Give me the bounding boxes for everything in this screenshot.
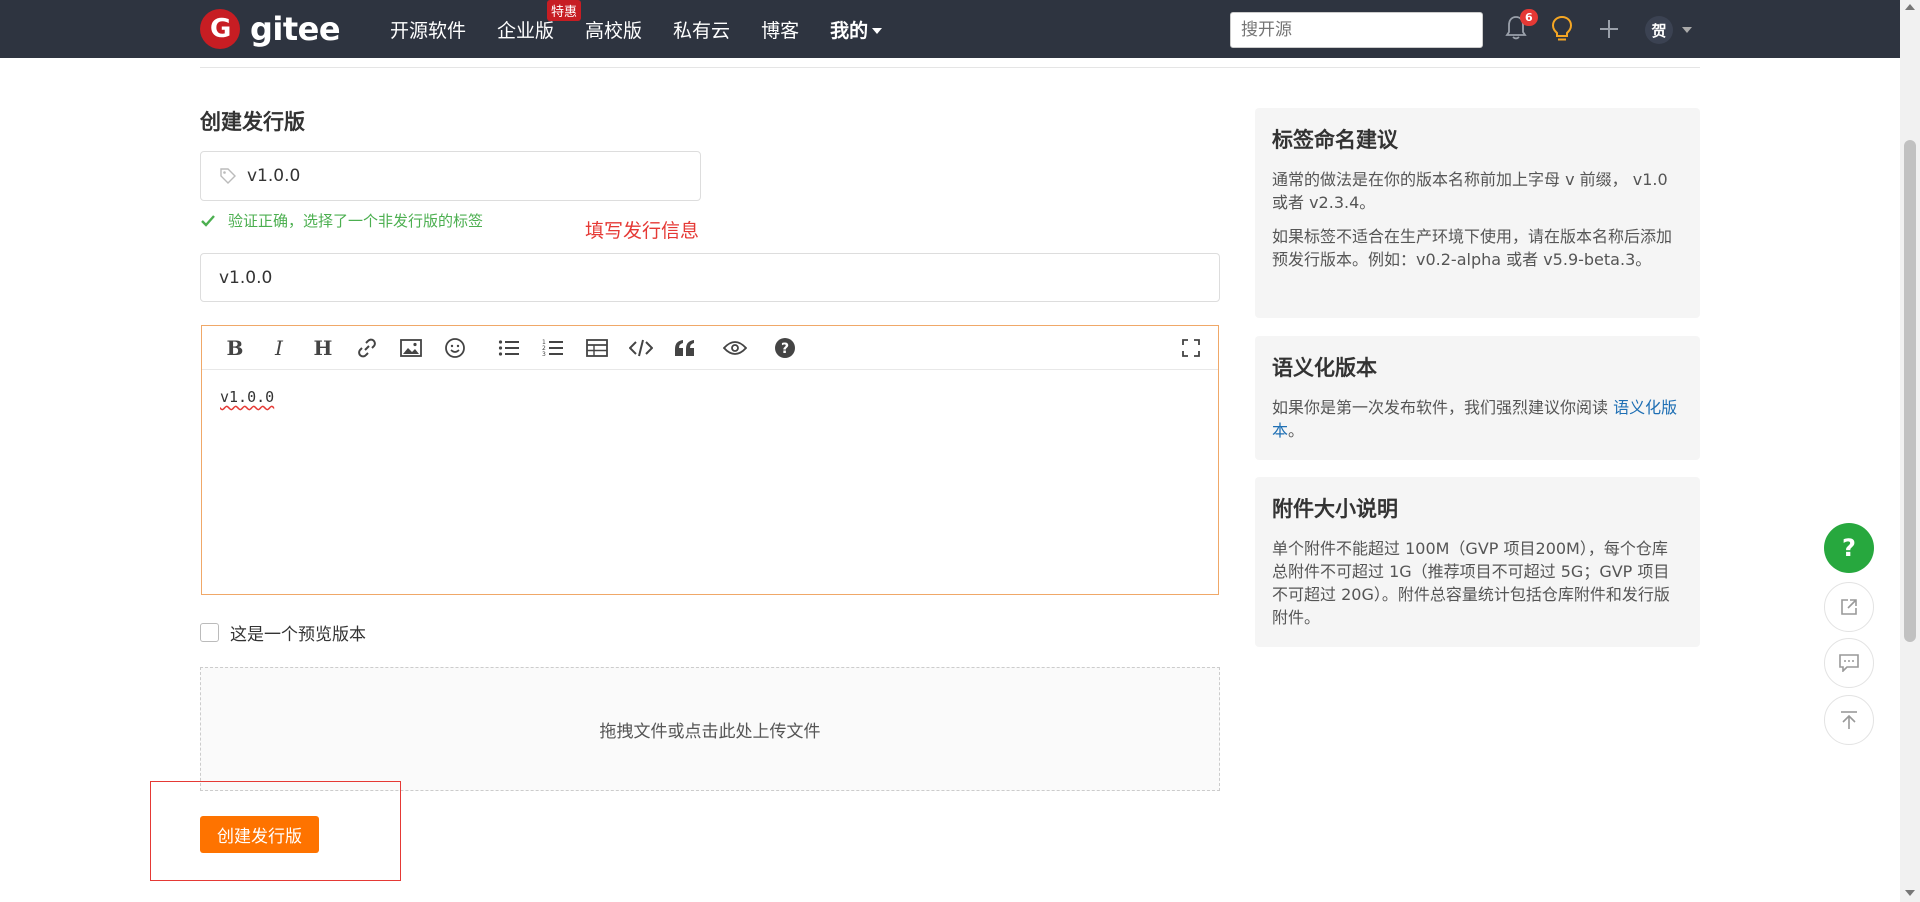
nav-item-open-source[interactable]: 开源软件 bbox=[390, 16, 466, 43]
share-icon bbox=[1841, 599, 1857, 615]
nav-item-enterprise-label: 企业版 bbox=[497, 19, 555, 42]
verify-text: 验证正确，选择了一个非发行版的标签 bbox=[228, 212, 484, 230]
floating-back-to-top-button[interactable] bbox=[1824, 695, 1874, 745]
tag-icon bbox=[220, 168, 236, 184]
main-nav: 开源软件 企业版 特惠 高校版 私有云 博客 我的 bbox=[390, 0, 913, 58]
nav-item-enterprise[interactable]: 企业版 特惠 bbox=[497, 0, 582, 43]
tag-naming-title: 标签命名建议 bbox=[1272, 128, 1398, 152]
special-offer-badge: 特惠 bbox=[547, 0, 582, 21]
tag-naming-text-2: 如果标签不适合在生产环境下使用，请在版本名称后添加预发行版本。例如：v0.2-a… bbox=[1272, 227, 1673, 269]
semver-title: 语义化版本 bbox=[1272, 356, 1377, 380]
semver-panel: 语义化版本 如果你是第一次发布软件，我们强烈建议你阅读 语义化版本。 bbox=[1255, 336, 1700, 460]
plus-icon[interactable] bbox=[1598, 18, 1620, 40]
nav-item-private-cloud[interactable]: 私有云 bbox=[673, 16, 730, 43]
markdown-editor: B I H 123 ? v1.0.0 bbox=[201, 325, 1219, 595]
gitee-logo-icon: G bbox=[200, 9, 240, 49]
question-icon: ? bbox=[1842, 534, 1856, 562]
comment-icon bbox=[1839, 654, 1859, 672]
nav-item-mine[interactable]: 我的 bbox=[830, 16, 883, 43]
fullscreen-icon[interactable] bbox=[1178, 336, 1204, 360]
semver-text-suffix: 。 bbox=[1288, 421, 1305, 440]
svg-text:?: ? bbox=[781, 341, 789, 357]
logo-text: gitee bbox=[250, 10, 341, 48]
semver-text: 如果你是第一次发布软件，我们强烈建议你阅读 语义化版本。 bbox=[1272, 396, 1683, 442]
release-title-input[interactable] bbox=[219, 267, 1219, 288]
search-input[interactable] bbox=[1241, 20, 1472, 40]
chevron-down-icon bbox=[872, 28, 883, 34]
italic-icon[interactable]: I bbox=[266, 336, 292, 360]
editor-toolbar: B I H 123 ? bbox=[202, 326, 1218, 370]
search-box bbox=[1230, 12, 1483, 48]
scroll-up-arrow-icon[interactable] bbox=[1905, 4, 1915, 10]
preview-eye-icon[interactable] bbox=[722, 336, 748, 360]
floating-feedback-button[interactable] bbox=[1824, 638, 1874, 688]
lightbulb-icon[interactable] bbox=[1550, 15, 1574, 43]
annotation-text: 填写发行信息 bbox=[585, 220, 700, 242]
tag-naming-panel: 标签命名建议 通常的做法是在你的版本名称前加上字母 v 前缀， v1.0 或者 … bbox=[1255, 108, 1700, 318]
header-divider bbox=[200, 67, 1700, 68]
page-scrollbar[interactable] bbox=[1900, 0, 1920, 902]
quote-icon[interactable] bbox=[672, 336, 698, 360]
prerelease-option[interactable]: 这是一个预览版本 bbox=[200, 620, 366, 645]
editor-content-area[interactable]: v1.0.0 bbox=[202, 370, 1218, 424]
attachment-size-panel: 附件大小说明 单个附件不能超过 100M（GVP 项目200M），每个仓库总附件… bbox=[1255, 477, 1700, 647]
upload-text: 拖拽文件或点击此处上传文件 bbox=[599, 721, 821, 742]
image-icon[interactable] bbox=[398, 336, 424, 360]
scrollbar-thumb[interactable] bbox=[1904, 140, 1916, 642]
semver-text-body: 如果你是第一次发布软件，我们强烈建议你阅读 bbox=[1272, 398, 1614, 417]
check-icon bbox=[201, 214, 215, 227]
nav-item-mine-label: 我的 bbox=[830, 19, 869, 42]
page-title: 创建发行版 bbox=[200, 110, 305, 134]
avatar-chevron-down-icon[interactable] bbox=[1682, 27, 1692, 33]
tag-input[interactable] bbox=[247, 166, 647, 186]
nav-item-blog[interactable]: 博客 bbox=[761, 16, 799, 43]
gitee-logo[interactable]: G gitee bbox=[200, 9, 341, 49]
nav-item-education[interactable]: 高校版 bbox=[585, 16, 642, 43]
verify-message: 验证正确，选择了一个非发行版的标签 bbox=[200, 210, 483, 231]
release-title-field[interactable] bbox=[200, 253, 1220, 302]
ordered-list-icon[interactable]: 123 bbox=[540, 336, 566, 360]
link-icon[interactable] bbox=[354, 336, 380, 360]
emoji-icon[interactable] bbox=[442, 336, 468, 360]
attachment-text: 单个附件不能超过 100M（GVP 项目200M），每个仓库总附件不可超过 1G… bbox=[1272, 539, 1670, 627]
bullet-list-icon[interactable] bbox=[496, 336, 522, 360]
top-navbar: G gitee 开源软件 企业版 特惠 高校版 私有云 博客 我的 6 贺 bbox=[0, 0, 1900, 58]
user-avatar[interactable]: 贺 bbox=[1645, 16, 1673, 44]
tag-select-field[interactable] bbox=[200, 151, 701, 201]
table-icon[interactable] bbox=[584, 336, 610, 360]
bold-icon[interactable]: B bbox=[222, 336, 248, 360]
arrow-up-icon bbox=[1841, 711, 1857, 729]
heading-icon[interactable]: H bbox=[310, 336, 336, 360]
floating-share-button[interactable] bbox=[1824, 582, 1874, 632]
tag-naming-text-1: 通常的做法是在你的版本名称前加上字母 v 前缀， v1.0 或者 v2.3.4。 bbox=[1272, 170, 1668, 212]
scroll-down-arrow-icon[interactable] bbox=[1905, 890, 1915, 896]
file-upload-dropzone[interactable]: 拖拽文件或点击此处上传文件 bbox=[200, 667, 1220, 791]
svg-text:3: 3 bbox=[542, 351, 546, 357]
code-icon[interactable] bbox=[628, 336, 654, 360]
help-icon[interactable]: ? bbox=[772, 336, 798, 360]
notification-count-badge: 6 bbox=[1520, 9, 1538, 26]
editor-text: v1.0.0 bbox=[220, 388, 275, 406]
prerelease-label: 这是一个预览版本 bbox=[230, 625, 366, 645]
attachment-title: 附件大小说明 bbox=[1272, 497, 1398, 521]
floating-help-button[interactable]: ? bbox=[1824, 523, 1874, 573]
create-release-button[interactable]: 创建发行版 bbox=[200, 816, 319, 853]
prerelease-checkbox[interactable] bbox=[200, 623, 219, 642]
